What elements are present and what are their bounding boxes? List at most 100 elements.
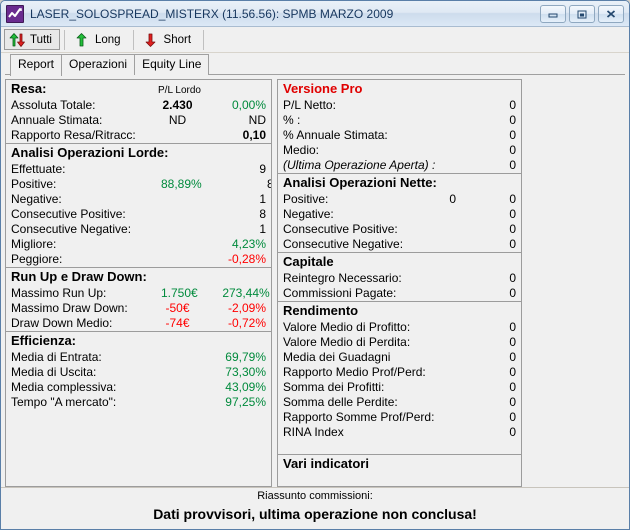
row-migliore: Migliore: 4,23%: [6, 237, 271, 252]
row-rapporto-somme-prof-perd: Rapporto Somme Prof/Perd: 0: [278, 410, 521, 425]
restore-icon[interactable]: [569, 4, 595, 23]
row-label: RINA Index: [283, 425, 344, 439]
row-somma-dei-profitti: Somma dei Profitti: 0: [278, 380, 521, 395]
row-value: 0: [509, 128, 516, 142]
row-value: -0,72%: [227, 316, 266, 330]
up-down-arrows-icon: [8, 31, 26, 48]
gross-statistics-panel: Resa: P/L Lordo Assoluta Totale: 2.430 0…: [5, 79, 272, 487]
row-massimo-draw-down: Massimo Draw Down: -50€ -2,09%: [6, 301, 271, 316]
group-rendimento: Rendimento Valore Medio di Profitto: 0 V…: [278, 302, 521, 455]
green-up-arrow-icon: [73, 31, 91, 48]
close-icon[interactable]: [598, 4, 624, 23]
row-label: (Ultima Operazione Aperta) :: [283, 158, 436, 172]
row-value: 0,10: [242, 128, 266, 142]
row-label: Massimo Draw Down:: [11, 301, 128, 315]
chart-line-icon: [6, 4, 24, 23]
tab-equity-line[interactable]: Equity Line: [134, 54, 210, 75]
row-label: Medio:: [283, 143, 320, 157]
row-mid-value: ND: [168, 113, 187, 127]
row-value: 273,44%: [222, 286, 270, 300]
row-net-negative: Negative: 0: [278, 207, 521, 222]
status-commission-summary: Riassunto commissioni:: [257, 490, 373, 502]
application-window: LASER_SOLOSPREAD_MISTERX (11.56.56): SPM…: [0, 0, 630, 530]
row-value: 0: [509, 158, 516, 172]
row-value: 0,00%: [231, 98, 266, 112]
window-controls: [540, 4, 624, 23]
status-bar: Riassunto commissioni: Dati provvisori, …: [1, 487, 629, 529]
row-label: Commissioni Pagate:: [283, 286, 397, 300]
row-reintegro-necessario: Reintegro Necessario: 0: [278, 271, 521, 286]
row-label: Massimo Run Up:: [11, 286, 107, 300]
row-mid-value: -74€: [165, 316, 190, 330]
row-effettuate: Effettuate: 9: [6, 162, 271, 177]
row-mid-value: 2.430: [162, 98, 193, 112]
row-commissioni-pagate: Commissioni Pagate: 0: [278, 286, 521, 301]
row-assoluta-totale: Assoluta Totale: 2.430 0,00%: [6, 98, 271, 113]
title-bar[interactable]: LASER_SOLOSPREAD_MISTERX (11.56.56): SPM…: [1, 1, 629, 27]
row-ultima-operazione-aperta: (Ultima Operazione Aperta) : 0: [278, 158, 521, 173]
group-resa-title: Resa:: [11, 81, 47, 96]
row-value: -0,28%: [227, 252, 266, 266]
group-analisi-operazioni-lorde: Analisi Operazioni Lorde: Effettuate: 9 …: [6, 144, 271, 268]
row-mid-value: 0: [449, 192, 456, 206]
row-medio: Medio: 0: [278, 143, 521, 158]
row-value: 0: [509, 192, 516, 206]
report-content: Resa: P/L Lordo Assoluta Totale: 2.430 0…: [1, 75, 629, 487]
row-label: % Annuale Stimata:: [283, 128, 388, 142]
row-value: 4,23%: [231, 237, 266, 251]
row-rapporto-medio-prof-perd: Rapporto Medio Prof/Perd: 0: [278, 365, 521, 380]
row-value: 1: [259, 222, 266, 236]
row-value: ND: [248, 113, 266, 127]
row-positive: Positive: 88,89% 8: [6, 177, 271, 192]
row-label: Migliore:: [11, 237, 57, 251]
row-mid-value: -50€: [165, 301, 190, 315]
row-mid-value: 88,89%: [161, 177, 202, 191]
row-label: Effettuate:: [11, 162, 66, 176]
row-value: 0: [509, 271, 516, 285]
row-value: 0: [509, 410, 516, 424]
row-value: 0: [509, 350, 516, 364]
filter-button-long-label: Long: [94, 33, 121, 46]
tab-report[interactable]: Report: [10, 54, 63, 76]
row-label: Negative:: [11, 192, 62, 206]
group-analisi-lorde-title: Analisi Operazioni Lorde:: [11, 145, 169, 160]
row-label: Tempo "A mercato":: [11, 395, 117, 409]
minimize-icon[interactable]: [540, 4, 566, 23]
row-media-di-uscita: Media di Uscita: 73,30%: [6, 365, 271, 380]
group-rendimento-title: Rendimento: [283, 303, 359, 318]
row-label: Somma delle Perdite:: [283, 395, 398, 409]
row-label: Media dei Guadagni: [283, 350, 391, 364]
clipped-row: [278, 473, 521, 481]
row-label: % :: [283, 113, 301, 127]
row-valore-medio-perdita: Valore Medio di Perdita: 0: [278, 335, 521, 350]
group-run-up-draw-down: Run Up e Draw Down: Massimo Run Up: 1.75…: [6, 268, 271, 332]
row-net-consecutive-positive: Consecutive Positive: 0: [278, 222, 521, 237]
row-rina-index: RINA Index 0: [278, 425, 521, 440]
row-label: Media di Entrata:: [11, 350, 102, 364]
row-value: 0: [509, 113, 516, 127]
row-label: Reintegro Necessario:: [283, 271, 402, 285]
filter-button-long[interactable]: Long: [69, 29, 129, 50]
row-value: 0: [509, 237, 516, 251]
row-value: 0: [509, 395, 516, 409]
group-resa: Resa: P/L Lordo Assoluta Totale: 2.430 0…: [6, 80, 271, 144]
row-consecutive-positive: Consecutive Positive: 8: [6, 207, 271, 222]
row-net-positive: Positive: 0 0: [278, 192, 521, 207]
filter-button-tutti[interactable]: Tutti: [4, 29, 60, 50]
row-somma-delle-perdite: Somma delle Perdite: 0: [278, 395, 521, 410]
group-analisi-nette-title: Analisi Operazioni Nette:: [283, 175, 437, 190]
row-label: Consecutive Positive:: [11, 207, 126, 221]
row-label: Peggiore:: [11, 252, 63, 266]
row-value: 8: [259, 207, 266, 221]
group-vari-indicatori-title: Vari indicatori: [283, 456, 369, 471]
row-percentuale-annuale-stimata: % Annuale Stimata: 0: [278, 128, 521, 143]
tab-operazioni[interactable]: Operazioni: [61, 54, 136, 75]
row-rapporto-resa-ritracc: Rapporto Resa/Ritracc: 0,10: [6, 128, 271, 143]
row-label: Negative:: [283, 207, 334, 221]
row-label: Rapporto Somme Prof/Perd:: [283, 410, 435, 424]
tab-strip: Report Operazioni Equity Line: [1, 53, 629, 76]
row-value: 8: [208, 177, 271, 192]
filter-button-short[interactable]: Short: [138, 29, 200, 50]
row-label: Consecutive Positive:: [283, 222, 398, 236]
filter-toolbar: Tutti Long Short: [1, 27, 629, 53]
